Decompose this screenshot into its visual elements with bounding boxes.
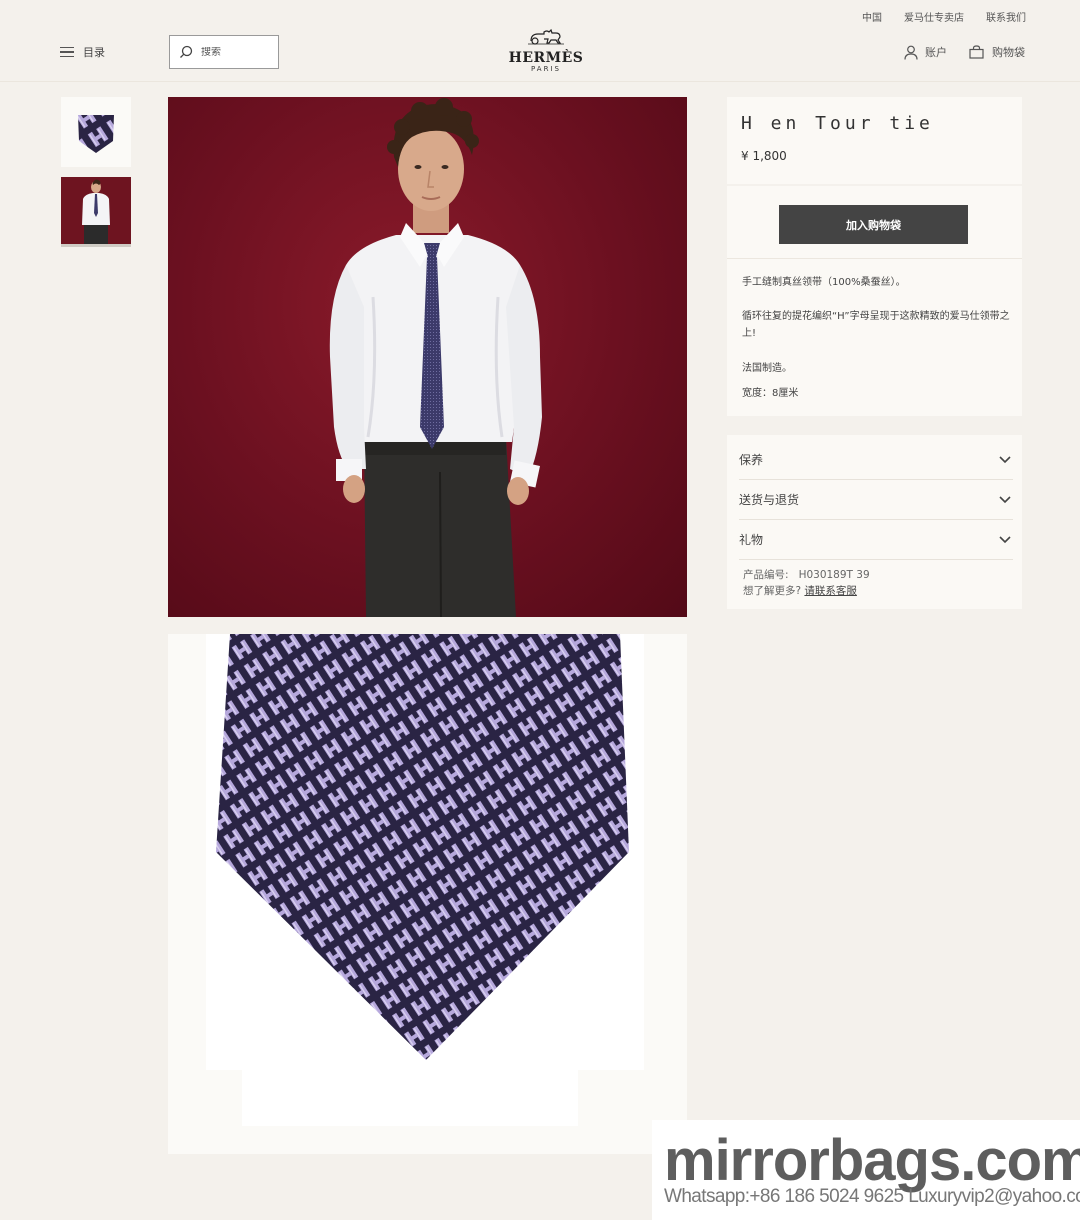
learn-more-label: 想了解更多? (743, 585, 802, 597)
watermark: mirrorbags.com Whatsapp:+86 186 5024 962… (652, 1120, 1080, 1220)
learn-more: 想了解更多? 请联系客服 (743, 583, 857, 598)
shopping-bag-button[interactable]: 购物袋 (969, 44, 1025, 60)
account-label: 账户 (925, 46, 947, 59)
search-box[interactable] (169, 35, 279, 69)
product-reference-value: H030189T 39 (798, 569, 870, 581)
product-name: H en Tour tie (741, 113, 934, 134)
menu-button[interactable]: 目录 (60, 44, 105, 60)
utility-links: 中国 爱马仕专卖店 联系我们 (862, 9, 1026, 24)
search-icon (180, 45, 193, 58)
link-stores[interactable]: 爱马仕专卖店 (904, 9, 964, 24)
product-description-2: 循环往复的提花编织“H”字母呈现于这款精致的爱马仕领带之上! (742, 311, 1010, 339)
horse-carriage-icon (528, 28, 564, 45)
hamburger-icon (60, 46, 74, 58)
shopping-bag-icon (969, 45, 984, 59)
bag-label: 购物袋 (992, 46, 1025, 59)
accordion-gift-label: 礼物 (739, 533, 764, 547)
user-icon (904, 45, 918, 60)
product-width: 宽度：8厘米 (742, 388, 799, 399)
logo-city: PARIS (531, 65, 561, 73)
product-photo-tie[interactable] (168, 634, 687, 1154)
tie-thumbnail-image (78, 115, 114, 153)
product-photo-model[interactable] (168, 97, 687, 617)
account-button[interactable]: 账户 (904, 44, 947, 60)
chevron-down-icon (999, 535, 1011, 543)
product-description-3: 法国制造。 (742, 363, 792, 374)
accordion-gift[interactable]: 礼物 (739, 520, 1013, 560)
link-region[interactable]: 中国 (862, 9, 882, 24)
product-description-1: 手工缝制真丝领带（100%桑蚕丝）。 (742, 277, 906, 288)
accordion-care[interactable]: 保养 (739, 440, 1013, 480)
model-thumbnail-image (61, 177, 131, 244)
brand-logo[interactable]: HERMÈS PARIS (506, 28, 586, 74)
product-price: ¥ 1,800 (741, 149, 787, 163)
contact-service-link[interactable]: 请联系客服 (804, 585, 857, 597)
add-to-bag-button[interactable]: 加入购物袋 (779, 205, 968, 244)
thumbnail-tie[interactable] (61, 97, 131, 167)
product-info-accordion: 保养 送货与退货 礼物 产品编号: H030189T 39 想了解更多? 请联系… (727, 435, 1022, 609)
link-contact[interactable]: 联系我们 (986, 9, 1026, 24)
accordion-shipping[interactable]: 送货与退货 (739, 480, 1013, 520)
divider (727, 258, 1022, 259)
site-header: 中国 爱马仕专卖店 联系我们 目录 HERMÈS PARIS 账户 (0, 0, 1080, 82)
accordion-shipping-label: 送货与退货 (739, 493, 800, 507)
search-input[interactable] (201, 46, 271, 58)
logo-wordmark: HERMÈS (508, 50, 584, 66)
thumbnail-model[interactable] (61, 177, 131, 247)
tie-photo-illustration (216, 634, 629, 1060)
menu-label: 目录 (83, 46, 105, 59)
product-purchase-card: 加入购物袋 手工缝制真丝领带（100%桑蚕丝）。 循环往复的提花编织“H”字母呈… (727, 186, 1022, 416)
chevron-down-icon (999, 495, 1011, 503)
product-reference: 产品编号: H030189T 39 (743, 567, 870, 582)
watermark-logo: mirrorbags.com (664, 1128, 1080, 1193)
product-reference-label: 产品编号: (743, 569, 789, 581)
model-photo-illustration (329, 98, 542, 617)
accordion-care-label: 保养 (739, 453, 764, 467)
watermark-contact: Whatsapp:+86 186 5024 9625 Luxuryvip2@ya… (664, 1186, 1080, 1207)
chevron-down-icon (999, 455, 1011, 463)
product-title-card: H en Tour tie ¥ 1,800 (727, 97, 1022, 184)
